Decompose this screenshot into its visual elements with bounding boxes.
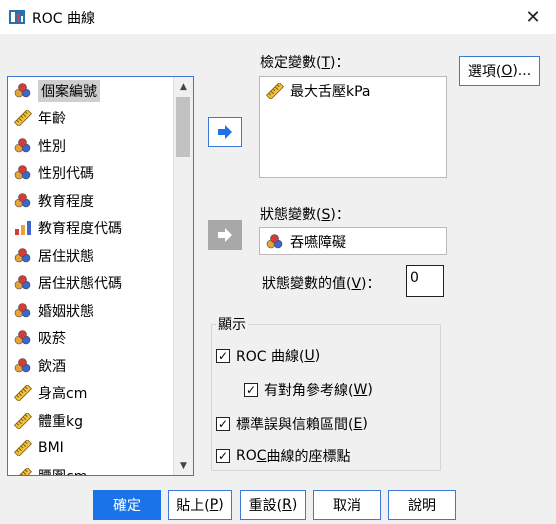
test-variable-item[interactable]: 最大舌壓kPa xyxy=(260,77,446,105)
roc-app-icon xyxy=(9,10,25,24)
roc-curve-checkbox[interactable]: ✓ ROC 曲線(U) xyxy=(216,346,320,366)
ok-button[interactable]: 確定 xyxy=(93,490,161,520)
move-to-state-variable-button[interactable] xyxy=(208,220,242,250)
scale-icon xyxy=(14,385,32,402)
checkbox-checked-icon: ✓ xyxy=(216,449,230,463)
variable-label: 居住狀態 xyxy=(38,248,94,265)
variable-label: 性別 xyxy=(38,138,66,155)
state-variable-value: 吞嚥障礙 xyxy=(290,235,346,251)
scroll-up-icon[interactable]: ▲ xyxy=(175,78,192,95)
nominal-icon xyxy=(14,137,32,154)
close-icon: ✕ xyxy=(525,6,541,28)
nominal-icon xyxy=(14,357,32,374)
checkbox-checked-icon: ✓ xyxy=(216,349,230,363)
variable-list-item[interactable]: 性別代碼 xyxy=(8,160,174,188)
variable-list-item[interactable]: 居住狀態代碼 xyxy=(8,270,174,298)
variable-list-item[interactable]: 居住狀態 xyxy=(8,242,174,270)
state-variable-item[interactable]: 吞嚥障礙 xyxy=(260,228,446,256)
variable-list-item[interactable]: 教育程度 xyxy=(8,187,174,215)
variable-label: 居住狀態代碼 xyxy=(38,276,122,293)
variable-list-item[interactable]: BMI xyxy=(8,435,174,463)
variable-label: 教育程度代碼 xyxy=(38,221,122,238)
variable-list-item[interactable]: 性別 xyxy=(8,132,174,160)
variable-list-item[interactable]: 吸菸 xyxy=(8,325,174,353)
variable-label: 飲酒 xyxy=(38,358,66,375)
help-button[interactable]: 說明 xyxy=(388,490,456,520)
variable-list-item[interactable]: 個案編號 xyxy=(8,77,174,105)
variable-list[interactable]: 個案編號年齡性別性別代碼教育程度教育程度代碼 居住狀態居住狀態代碼 婚姻狀態吸菸飲酒… xyxy=(7,76,194,476)
variable-label: BMI xyxy=(38,440,64,457)
variable-label: 教育程度 xyxy=(38,193,94,210)
roc-coordinates-checkbox[interactable]: ✓ RO C 曲線的座標點 xyxy=(216,446,351,466)
variable-list-item[interactable]: 年齡 xyxy=(8,105,174,133)
diagonal-reference-line-checkbox[interactable]: ✓ 有對角參考線(W) xyxy=(244,380,373,400)
variable-label: 體重kg xyxy=(38,413,83,430)
variable-list-item[interactable]: 體重kg xyxy=(8,407,174,435)
variable-label: 婚姻狀態 xyxy=(38,303,94,320)
variable-list-item[interactable]: 教育程度代碼 xyxy=(8,215,174,243)
nominal-icon xyxy=(14,247,32,264)
variable-label: 年齡 xyxy=(38,111,66,128)
variable-list-item[interactable]: 飲酒 xyxy=(8,352,174,380)
close-button[interactable]: ✕ xyxy=(514,2,552,32)
scroll-down-icon[interactable]: ▼ xyxy=(175,457,192,474)
title-bar: ROC 曲線 ✕ xyxy=(0,0,556,34)
right-arrow-icon xyxy=(218,228,232,242)
variable-list-item[interactable]: 身高cm xyxy=(8,380,174,408)
variable-list-item[interactable]: 婚姻狀態 xyxy=(8,297,174,325)
right-arrow-icon xyxy=(218,125,232,139)
variable-label: 腰圍cm xyxy=(38,466,87,475)
scale-icon xyxy=(14,440,32,457)
variable-label: 性別代碼 xyxy=(38,166,94,183)
scale-icon xyxy=(14,110,32,127)
variable-list-scrollbar[interactable]: ▲ ▼ xyxy=(173,77,193,475)
variable-list-item[interactable]: 腰圍cm xyxy=(8,462,174,475)
scale-icon xyxy=(14,467,32,475)
cancel-button[interactable]: 取消 xyxy=(313,490,381,520)
variable-label: 身高cm xyxy=(38,386,88,403)
test-variable-value: 最大舌壓kPa xyxy=(290,84,371,100)
state-value-input[interactable]: 0 xyxy=(406,265,444,297)
nominal-icon xyxy=(14,82,32,99)
nominal-icon xyxy=(14,302,32,319)
paste-button[interactable]: 貼上(P) xyxy=(168,490,232,520)
state-variable-box[interactable]: 吞嚥障礙 xyxy=(259,227,447,255)
nominal-icon xyxy=(14,275,32,291)
options-button[interactable]: 選項(O)... xyxy=(459,56,540,86)
scroll-thumb[interactable] xyxy=(176,97,190,157)
checkbox-checked-icon: ✓ xyxy=(216,417,230,431)
checkbox-checked-icon: ✓ xyxy=(244,383,258,397)
test-variable-box[interactable]: 最大舌壓kPa xyxy=(259,76,447,178)
variable-list-items: 個案編號年齡性別性別代碼教育程度教育程度代碼 居住狀態居住狀態代碼 婚姻狀態吸菸飲酒… xyxy=(8,77,174,475)
nominal-icon xyxy=(14,192,32,209)
scale-icon xyxy=(266,83,284,99)
scale-icon xyxy=(14,412,32,429)
nominal-icon xyxy=(14,330,32,346)
reset-button[interactable]: 重設(R) xyxy=(240,490,306,520)
state-variable-label: 狀態變數(S)： xyxy=(260,207,350,223)
variable-label: 吸菸 xyxy=(38,331,66,348)
nominal-icon xyxy=(14,165,32,181)
ordinal-icon xyxy=(14,220,32,236)
move-to-test-variable-button[interactable] xyxy=(208,117,242,147)
nominal-icon xyxy=(266,234,284,250)
test-variable-label: 檢定變數(T)： xyxy=(260,55,350,71)
window-title: ROC 曲線 xyxy=(32,11,95,27)
variable-label: 個案編號 xyxy=(38,79,100,102)
display-group-title: 顯示 xyxy=(216,314,248,334)
state-value-label: 狀態變數的值(V)： xyxy=(262,276,381,292)
stderr-confidence-interval-checkbox[interactable]: ✓ 標準誤與信賴區間(E) xyxy=(216,414,368,434)
